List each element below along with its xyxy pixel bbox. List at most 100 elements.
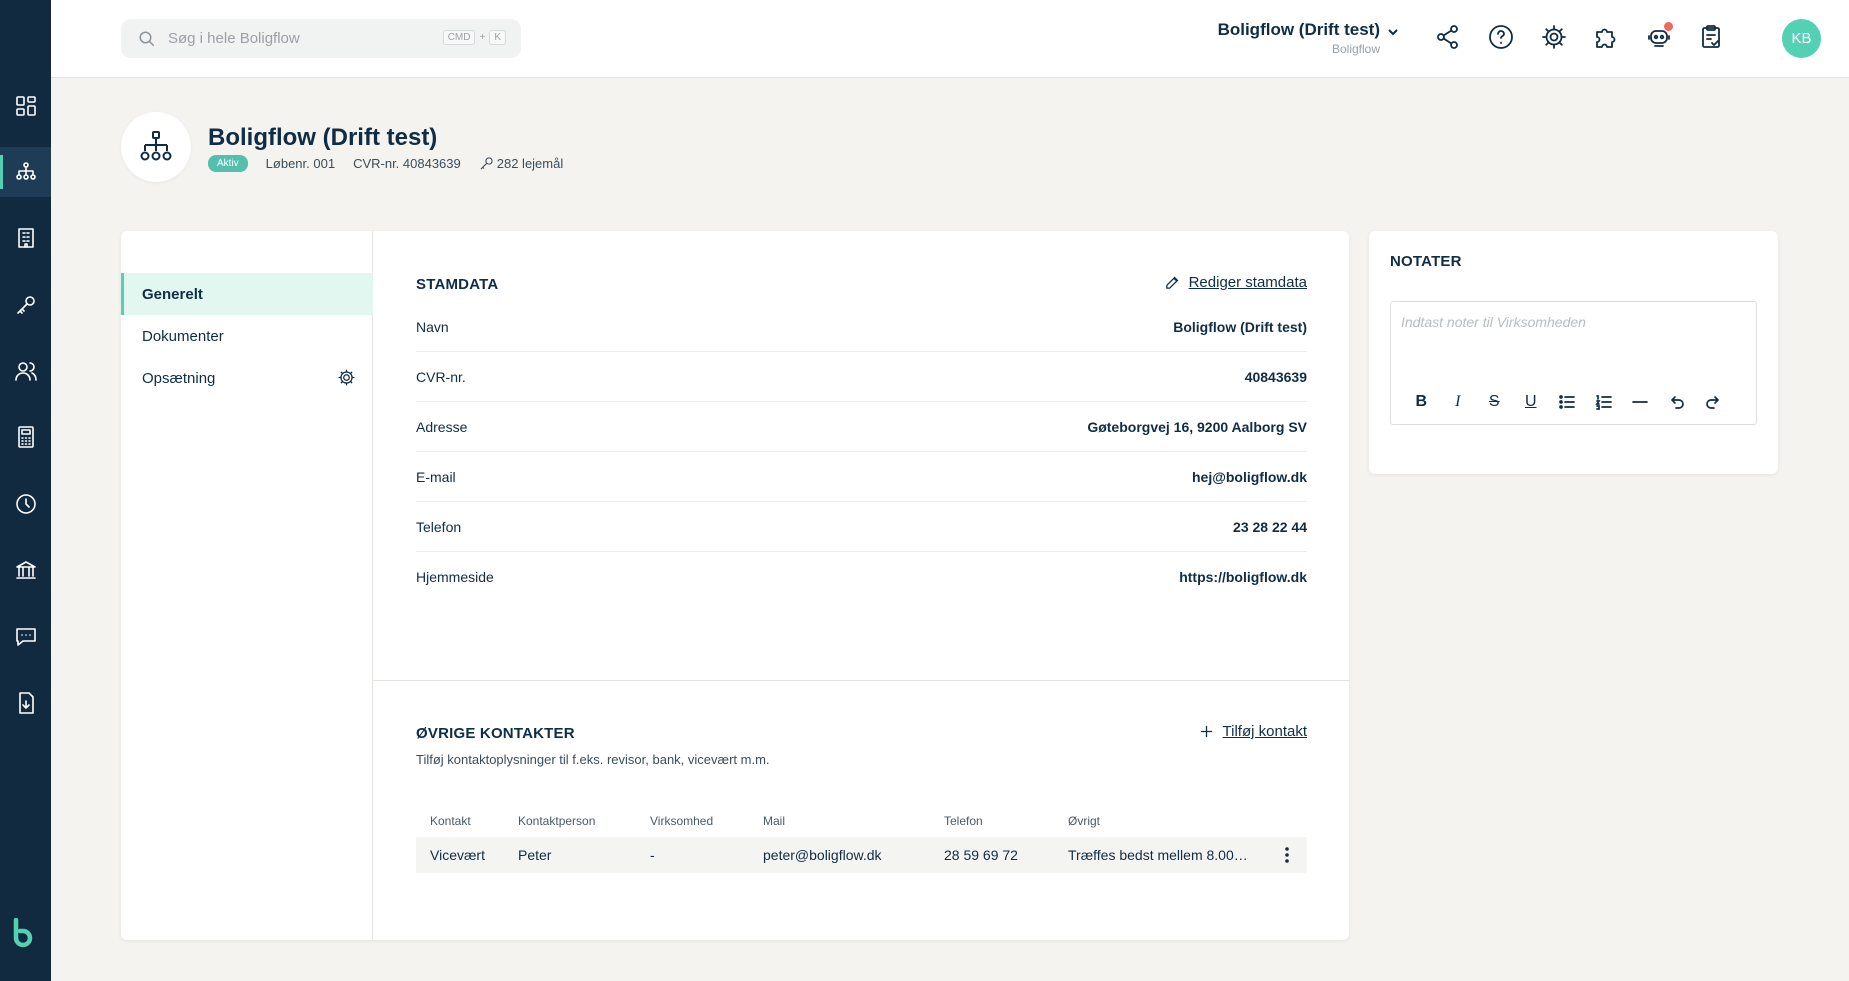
redo-button[interactable]: [1695, 390, 1732, 414]
stamdata-value: Boligflow (Drift test): [1173, 318, 1307, 335]
search-icon: [139, 31, 155, 46]
editor-toolbar: B I S U: [1403, 390, 1732, 414]
search-input[interactable]: [168, 30, 418, 47]
clock-icon: [15, 494, 36, 514]
user-avatar[interactable]: KB: [1782, 19, 1821, 58]
nav-tenants[interactable]: [0, 346, 51, 396]
nav-messages[interactable]: [0, 611, 51, 661]
global-search[interactable]: CMD + K: [121, 19, 521, 58]
org-switcher-name: Boligflow (Drift test): [1217, 20, 1380, 39]
org-chart-icon: [15, 162, 36, 180]
nav-accounting[interactable]: [0, 412, 51, 462]
help-icon: [1489, 25, 1513, 49]
boligflow-logo-icon[interactable]: [12, 918, 38, 948]
cell-mail: peter@boligflow.dk: [763, 847, 882, 863]
stamdata-row: Navn Boligflow (Drift test): [416, 302, 1307, 352]
puzzle-icon: [1596, 28, 1616, 48]
stamdata-value: https://boligflow.dk: [1179, 569, 1307, 585]
org-switcher-sub: Boligflow: [1331, 42, 1380, 56]
contacts-title: ØVRIGE KONTAKTER: [416, 725, 575, 742]
notes-title: NOTATER: [1390, 253, 1462, 270]
notes-card: NOTATER B I S U: [1369, 231, 1778, 474]
horizontal-rule-button[interactable]: [1622, 390, 1659, 414]
clipboard-check-icon: [1702, 25, 1720, 48]
contacts-table: Kontakt Kontaktperson Virksomhed Mail Te…: [416, 805, 1307, 873]
edit-stamdata-label: Rediger stamdata: [1188, 274, 1307, 291]
support-button[interactable]: [1644, 22, 1674, 52]
organization-switcher[interactable]: Boligflow (Drift test) Boligflow: [1217, 20, 1398, 56]
document-download-icon: [18, 692, 34, 714]
settings-button[interactable]: [1539, 22, 1569, 52]
integrations-button[interactable]: [1591, 22, 1621, 52]
stamdata-label: Adresse: [416, 418, 468, 435]
stamdata-row: Hjemmeside https://boligflow.dk: [416, 552, 1307, 602]
section-nav-dokumenter[interactable]: Dokumenter: [121, 315, 373, 357]
bank-icon: [15, 561, 36, 579]
building-icon: [17, 228, 34, 248]
search-shortcut: CMD + K: [442, 30, 506, 45]
ordered-list-button[interactable]: [1586, 390, 1623, 414]
key-icon: [16, 296, 35, 314]
nav-bank[interactable]: [0, 545, 51, 595]
row-menu-button[interactable]: [1279, 846, 1295, 864]
column-header: Kontakt: [430, 814, 471, 828]
stamdata-row: E-mail hej@boligflow.dk: [416, 452, 1307, 502]
share-button[interactable]: [1433, 22, 1463, 52]
stamdata-title: STAMDATA: [416, 276, 499, 293]
stamdata-value: Gøteborgvej 16, 9200 Aalborg SV: [1087, 418, 1307, 435]
nav-history[interactable]: [0, 479, 51, 529]
help-button[interactable]: [1486, 22, 1516, 52]
nav-organization[interactable]: [0, 147, 51, 197]
tasks-button[interactable]: [1696, 22, 1726, 52]
nav-properties[interactable]: [0, 213, 51, 263]
cvr-text: CVR-nr. 40843639: [353, 156, 461, 171]
edit-stamdata-link[interactable]: Rediger stamdata: [1164, 274, 1307, 291]
dashboard-icon: [15, 96, 36, 116]
stamdata-value: 23 28 22 44: [1233, 518, 1307, 535]
plus-icon: [1200, 725, 1212, 738]
section-nav-generelt[interactable]: Generelt: [121, 273, 373, 315]
column-header: Kontaktperson: [518, 814, 596, 828]
shortcut-plus: +: [479, 32, 486, 43]
nav-keys[interactable]: [0, 280, 51, 330]
add-contact-link[interactable]: Tilføj kontakt: [1198, 723, 1307, 740]
users-icon: [14, 362, 37, 381]
loebenr-text: Løbenr. 001: [265, 156, 336, 171]
add-contact-label: Tilføj kontakt: [1222, 723, 1307, 740]
stamdata-value: 40843639: [1244, 368, 1307, 385]
strikethrough-button[interactable]: S: [1476, 390, 1513, 414]
status-badge: Aktiv: [208, 155, 248, 172]
table-row[interactable]: Vicevært Peter - peter@boligflow.dk 28 5…: [416, 837, 1307, 873]
shortcut-cmd-key: CMD: [442, 30, 476, 45]
lejemaal-count: 282 lejemål: [479, 156, 564, 171]
share-icon: [1437, 25, 1458, 49]
section-nav-label: Generelt: [142, 285, 203, 303]
nav-dashboard[interactable]: [0, 81, 51, 131]
redo-icon: [1706, 396, 1720, 409]
stamdata-value: hej@boligflow.dk: [1191, 468, 1307, 485]
section-nav-label: Dokumenter: [142, 327, 224, 345]
notes-textarea[interactable]: [1401, 314, 1746, 364]
cell-kontaktperson: Peter: [518, 847, 552, 863]
page-title: Boligflow (Drift test): [208, 124, 438, 151]
lejemaal-text: 282 lejemål: [496, 156, 564, 171]
org-chart-icon: [140, 131, 172, 161]
bold-button[interactable]: B: [1403, 390, 1440, 414]
column-header: Mail: [763, 814, 786, 828]
ordered-list-icon: [1595, 395, 1612, 410]
undo-button[interactable]: [1659, 390, 1696, 414]
stamdata-row: CVR-nr. 40843639: [416, 352, 1307, 402]
bullet-list-button[interactable]: [1549, 390, 1586, 414]
notes-editor: B I S U: [1390, 301, 1757, 425]
notification-dot: [1664, 22, 1673, 31]
cell-oevrigt: Træffes bedst mellem 8.00-16.00: [1068, 847, 1252, 863]
nav-export[interactable]: [0, 678, 51, 728]
section-nav-opsaetning[interactable]: Opsætning: [121, 357, 373, 399]
underline-button[interactable]: U: [1513, 390, 1550, 414]
top-bar: CMD + K Boligflow (Drift test) Boligflow…: [51, 0, 1849, 78]
italic-button[interactable]: I: [1440, 390, 1477, 414]
stamdata-label: Navn: [416, 318, 449, 335]
organization-meta: Aktiv Løbenr. 001 CVR-nr. 40843639 282 l…: [208, 155, 563, 172]
stamdata-row: Adresse Gøteborgvej 16, 9200 Aalborg SV: [416, 402, 1307, 452]
stamdata-label: CVR-nr.: [416, 368, 466, 385]
